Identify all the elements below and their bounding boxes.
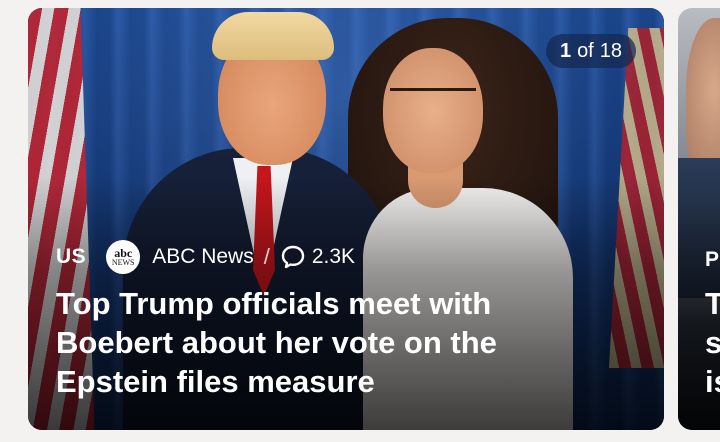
slide-current: 1 bbox=[559, 39, 572, 62]
slide-total: 18 bbox=[599, 39, 622, 62]
story-carousel: 1 of 18 US abc NEWS ABC News / 2.3K Top … bbox=[0, 0, 720, 442]
abc-news-logo-icon: abc NEWS bbox=[106, 240, 141, 274]
story-meta: US abc NEWS ABC News / 2.3K bbox=[56, 240, 355, 274]
next-story-headline: Tsis bbox=[705, 286, 720, 399]
speech-bubble-icon[interactable] bbox=[280, 244, 306, 270]
category-label[interactable]: US bbox=[56, 245, 86, 269]
slide-counter: 1 of 18 bbox=[545, 34, 636, 68]
source-name[interactable]: ABC News bbox=[152, 245, 254, 269]
meta-separator: / bbox=[263, 244, 270, 269]
story-card[interactable]: 1 of 18 US abc NEWS ABC News / 2.3K Top … bbox=[28, 8, 664, 430]
story-headline[interactable]: Top Trump officials meet with Boebert ab… bbox=[56, 284, 616, 401]
next-story-card[interactable]: P Tsis bbox=[678, 8, 720, 430]
slide-of: of bbox=[577, 39, 594, 62]
next-category-label: P bbox=[705, 248, 720, 271]
comment-count[interactable]: 2.3K bbox=[312, 245, 355, 269]
